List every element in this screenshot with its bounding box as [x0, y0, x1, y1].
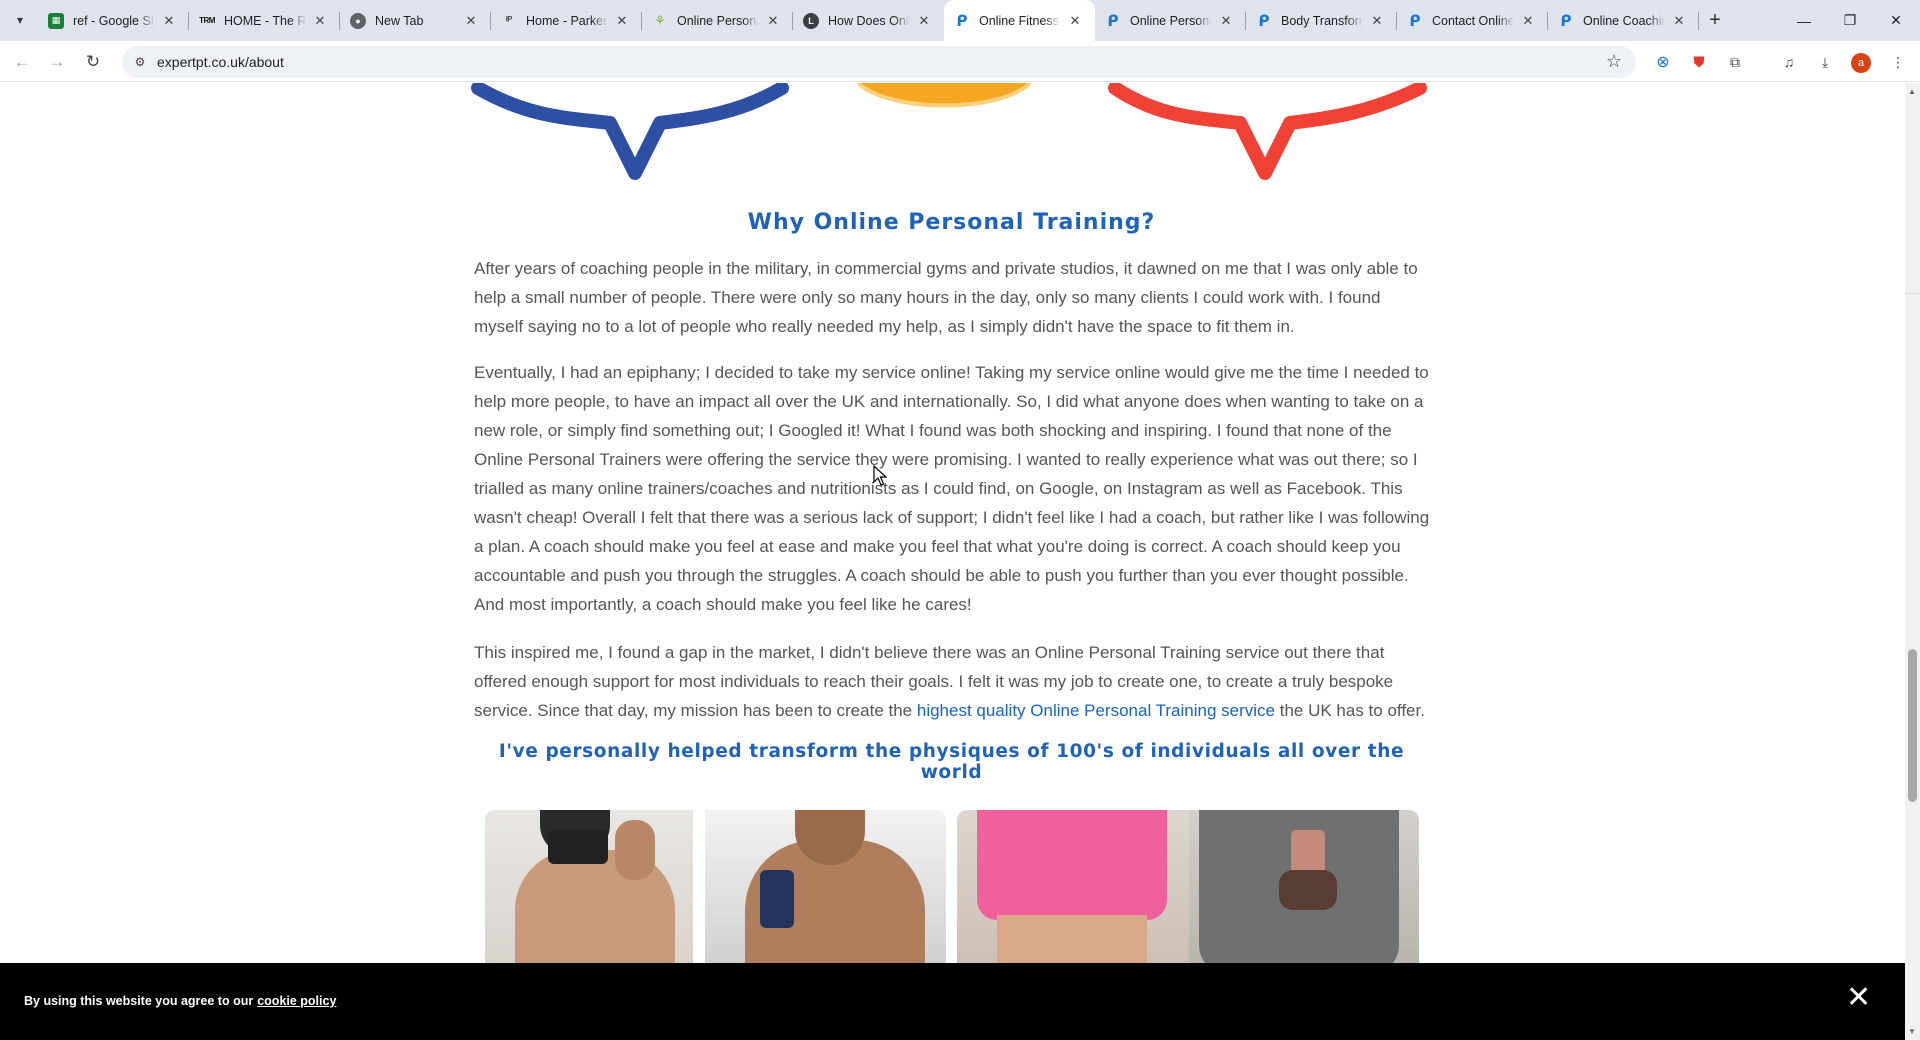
expertpt-icon: ᑭ: [956, 12, 968, 30]
cookie-policy-link[interactable]: cookie policy: [257, 994, 336, 1008]
close-icon[interactable]: ✕: [1067, 13, 1083, 29]
tab-search-icon[interactable]: ▾: [8, 8, 32, 32]
transform-tagline: I've personally helped transform the phy…: [498, 741, 1405, 783]
address-bar[interactable]: ⚙ expertpt.co.uk/about ☆: [122, 46, 1636, 78]
cookie-message: By using this website you agree to our co…: [24, 994, 336, 1008]
new-tab-button[interactable]: +: [1703, 8, 1727, 32]
leaf-icon: ⚘: [654, 12, 666, 28]
restore-button[interactable]: ❐: [1827, 0, 1873, 41]
red-chevron-shape: [1108, 83, 1427, 180]
tab-how-does-online[interactable]: L How Does Onli ✕: [793, 0, 944, 41]
tab-title: How Does Onli: [828, 13, 910, 28]
tab-online-personal[interactable]: ⚘ Online Persona ✕: [642, 0, 793, 41]
close-icon[interactable]: ✕: [1671, 13, 1687, 29]
sheets-icon: ▦: [48, 12, 64, 29]
paragraph-mission: This inspired me, I found a gap in the m…: [474, 638, 1434, 725]
close-window-button[interactable]: ✕: [1873, 0, 1919, 41]
bookmark-star-icon[interactable]: ☆: [1606, 51, 1622, 72]
media-control-icon[interactable]: ♫: [1778, 51, 1800, 73]
expertpt-icon: ᑭ: [1258, 12, 1270, 30]
url-text: expertpt.co.uk/about: [157, 54, 284, 70]
close-icon[interactable]: ✕: [161, 13, 177, 29]
quality-service-link[interactable]: highest quality Online Personal Training…: [917, 701, 1275, 720]
tab-title: Online Persona: [677, 13, 759, 28]
close-icon[interactable]: ✕: [312, 13, 328, 29]
expertpt-icon: ᑭ: [1107, 12, 1119, 30]
profile-avatar[interactable]: a: [1851, 53, 1871, 73]
close-icon[interactable]: ✕: [1520, 13, 1536, 29]
page-scrollbar[interactable]: ▲ ▼: [1905, 83, 1920, 1040]
tab-strip: ▾ ▦ ref - Google Sh ✕ TRM HOME - The Ru …: [0, 0, 1920, 41]
tab-title: Home - Parker: [526, 13, 608, 28]
cookie-banner: By using this website you agree to our co…: [0, 963, 1905, 1040]
mouse-cursor-icon: [873, 465, 887, 486]
shield-extension-icon[interactable]: ⛊: [1688, 51, 1710, 73]
expertpt-icon: ᑭ: [1409, 12, 1421, 30]
tab-title: Online Coachin: [1583, 13, 1665, 28]
scroll-thumb[interactable]: [1908, 649, 1917, 802]
section-heading: Why Online Personal Training?: [747, 210, 1156, 235]
paragraph-intro: After years of coaching people in the mi…: [474, 259, 1418, 336]
expertpt-icon: ᑭ: [1560, 12, 1572, 30]
parker-icon: ᴵᴾ: [505, 14, 513, 27]
before-photo: [485, 810, 693, 970]
trm-icon: TRM: [199, 16, 215, 25]
tab-title: Body Transform: [1281, 13, 1363, 28]
close-icon[interactable]: ✕: [614, 13, 630, 29]
scroll-down-icon[interactable]: ▼: [1908, 1027, 1916, 1036]
close-icon[interactable]: ✕: [765, 13, 781, 29]
site-info-icon[interactable]: ⚙: [131, 53, 149, 71]
tabs-container: ▦ ref - Google Sh ✕ TRM HOME - The Ru ✕ …: [38, 0, 1699, 41]
l-icon: L: [803, 12, 819, 29]
cookie-close-button[interactable]: ✕: [1846, 983, 1871, 1013]
scroll-up-icon[interactable]: ▲: [1908, 87, 1916, 96]
decorative-shapes: [471, 83, 1427, 180]
page-viewport: Why Online Personal Training? After year…: [0, 83, 1905, 1040]
close-icon[interactable]: ✕: [463, 13, 479, 29]
tab-body-transform[interactable]: ᑭ Body Transform ✕: [1246, 0, 1397, 41]
forward-icon[interactable]: →: [45, 50, 69, 74]
menu-kebab-icon[interactable]: ⋮: [1887, 51, 1909, 73]
tab-title: Contact Online: [1432, 13, 1514, 28]
tab-title: New Tab: [375, 13, 424, 28]
back-icon[interactable]: ←: [10, 50, 34, 74]
tab-title: HOME - The Ru: [224, 13, 306, 28]
download-icon[interactable]: ⤓: [1814, 51, 1836, 73]
tab-trm[interactable]: TRM HOME - The Ru ✕: [189, 0, 340, 41]
tab-title: Online Persona: [1130, 13, 1212, 28]
chrome-icon: ●: [350, 12, 366, 29]
browser-toolbar: ← → ↻ ⚙ expertpt.co.uk/about ☆ ⊗ ⛊ ⧉ ♫ ⤓…: [0, 41, 1920, 82]
tab-new-tab[interactable]: ● New Tab ✕: [340, 0, 491, 41]
close-icon[interactable]: ✕: [1218, 13, 1234, 29]
transformation-image-male: [485, 810, 946, 970]
reload-icon[interactable]: ↻: [81, 50, 105, 74]
close-icon[interactable]: ✕: [1369, 13, 1385, 29]
tab-title: Online Fitness: [979, 13, 1059, 28]
paragraph-mission-end: the UK has to offer.: [1275, 701, 1425, 720]
minimize-button[interactable]: —: [1781, 0, 1827, 41]
after-photo: [1189, 810, 1419, 970]
close-icon[interactable]: ✕: [916, 13, 932, 29]
tab-title: ref - Google Sh: [73, 13, 155, 28]
paragraph-epiphany: Eventually, I had an epiphany; I decided…: [474, 363, 1430, 614]
tab-google-sheets[interactable]: ▦ ref - Google Sh ✕: [38, 0, 189, 41]
after-photo: [705, 810, 946, 970]
tab-online-personal-2[interactable]: ᑭ Online Persona ✕: [1095, 0, 1246, 41]
transformation-image-female: [957, 810, 1419, 970]
cookie-text: By using this website you agree to our: [24, 994, 254, 1008]
tab-parker[interactable]: ᴵᴾ Home - Parker ✕: [491, 0, 642, 41]
tab-contact-online[interactable]: ᑭ Contact Online ✕: [1397, 0, 1548, 41]
extensions-puzzle-icon[interactable]: ⧉: [1724, 51, 1746, 73]
tab-online-fitness[interactable]: ᑭ Online Fitness ✕: [944, 0, 1095, 41]
tab-online-coaching[interactable]: ᑭ Online Coachin ✕: [1548, 0, 1699, 41]
before-photo: [957, 810, 1189, 970]
blue-chevron-shape: [471, 83, 789, 180]
vpn-extension-icon[interactable]: ⊗: [1652, 51, 1674, 73]
orange-circle-shape: [856, 83, 1032, 108]
